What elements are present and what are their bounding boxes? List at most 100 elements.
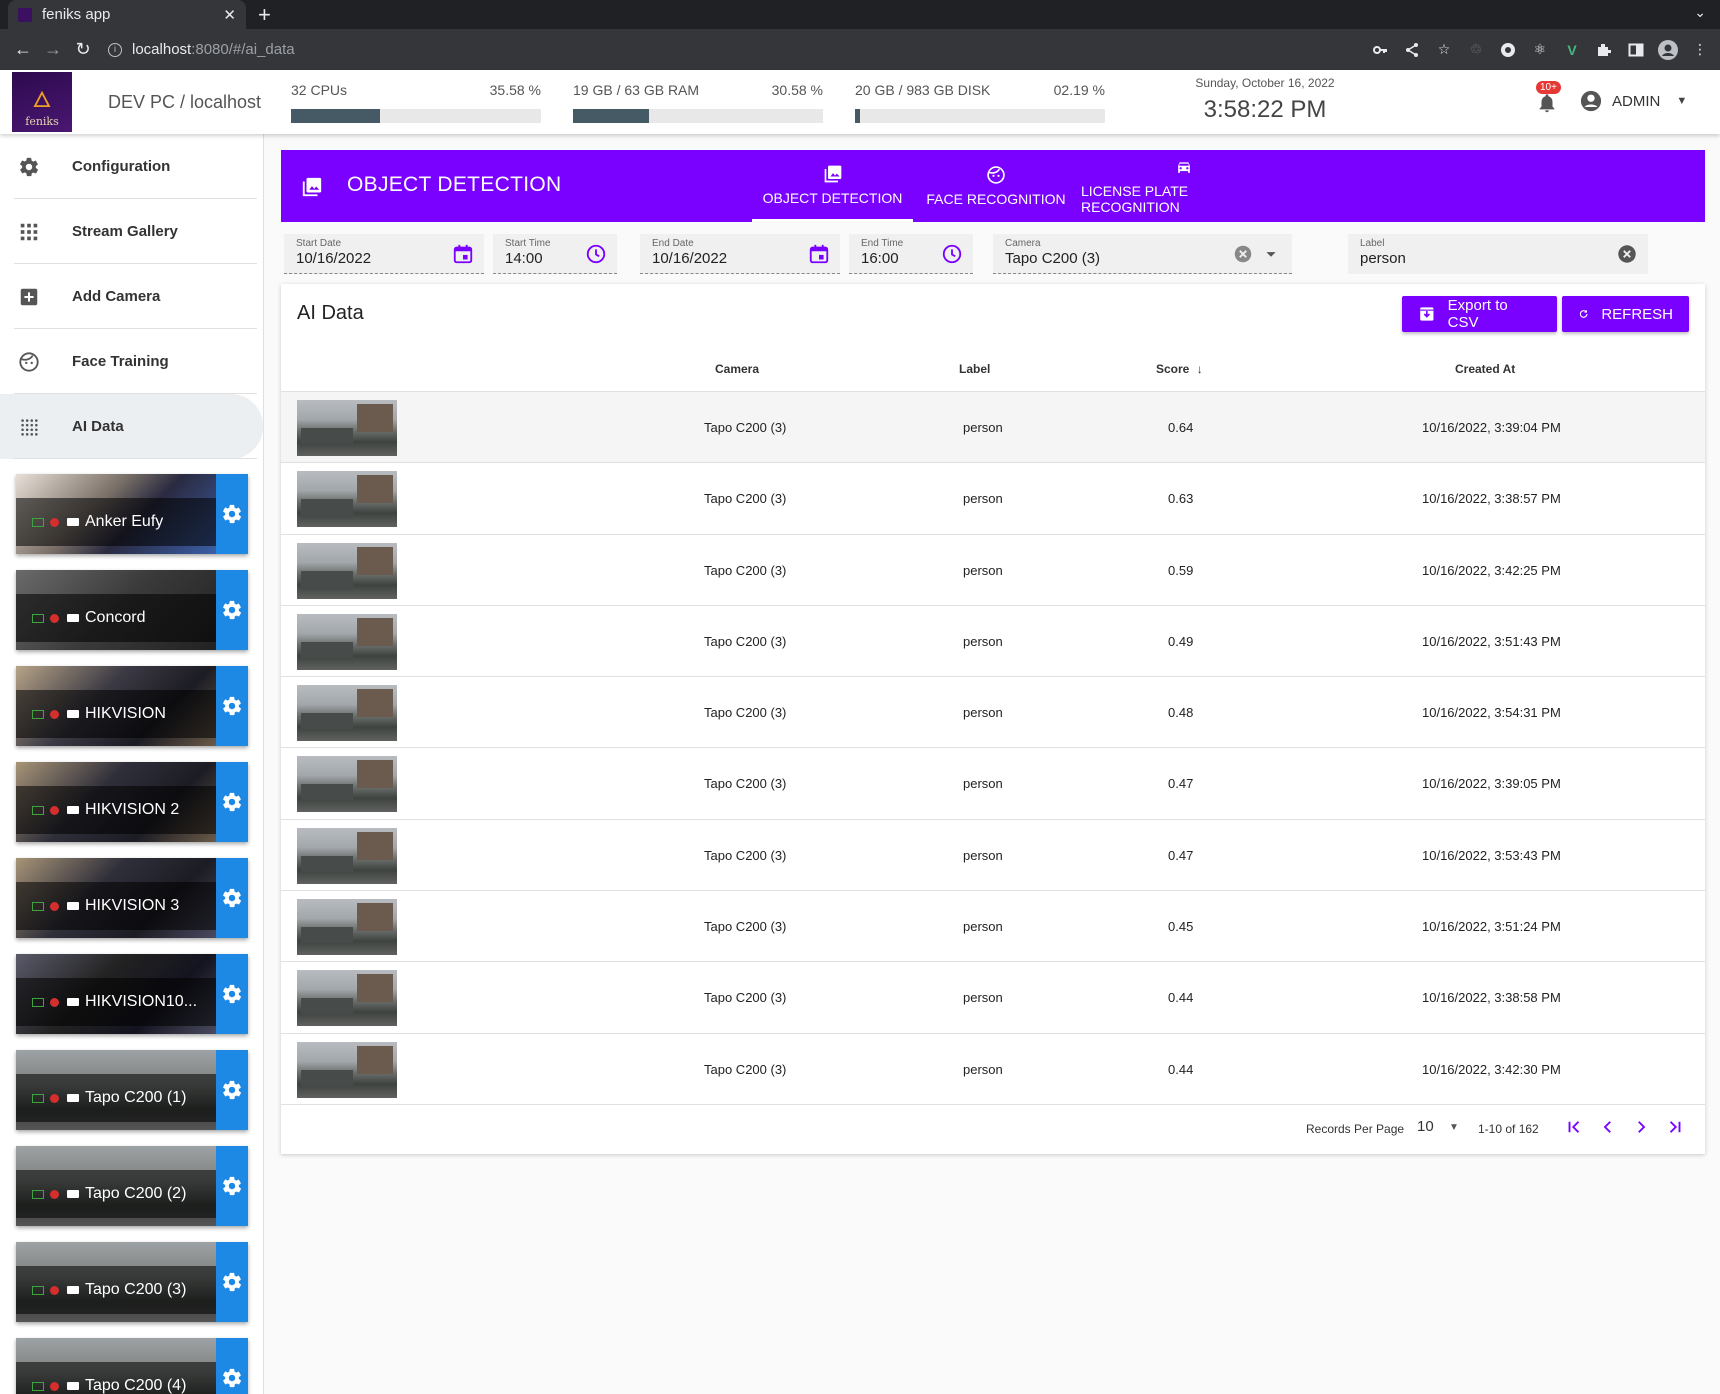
camera-card[interactable]: Tapo C200 (2) bbox=[16, 1146, 248, 1226]
recycle-extension-icon[interactable]: ♲ bbox=[1466, 40, 1486, 60]
clear-icon[interactable] bbox=[1232, 243, 1254, 265]
key-icon[interactable] bbox=[1370, 40, 1390, 60]
camera-settings-button[interactable] bbox=[216, 858, 248, 938]
camera-card[interactable]: Tapo C200 (4) bbox=[16, 1338, 248, 1394]
sidebar-item-stream-gallery[interactable]: Stream Gallery bbox=[0, 199, 263, 264]
detection-snapshot[interactable] bbox=[297, 827, 397, 884]
reload-icon[interactable]: ↻ bbox=[68, 39, 98, 60]
table-row[interactable]: Tapo C200 (3) person 0.44 10/16/2022, 3:42:… bbox=[281, 1034, 1705, 1105]
next-page-icon[interactable] bbox=[1632, 1118, 1650, 1136]
react-extension-icon[interactable]: ⚛ bbox=[1530, 40, 1550, 60]
camera-settings-button[interactable] bbox=[216, 666, 248, 746]
camera-card[interactable]: HIKVISION 2 bbox=[16, 762, 248, 842]
table-row[interactable]: Tapo C200 (3) person 0.49 10/16/2022, 3:51:… bbox=[281, 606, 1705, 678]
start-time-field[interactable]: Start Time 14:00 bbox=[493, 234, 617, 274]
camera-thumbnail[interactable]: Anker Eufy bbox=[16, 474, 216, 554]
chevron-down-icon[interactable]: ▼ bbox=[1449, 1122, 1459, 1133]
address-bar[interactable]: i localhost:8080/#/ai_data bbox=[108, 29, 295, 70]
table-row[interactable]: Tapo C200 (3) person 0.44 10/16/2022, 3:38:… bbox=[281, 962, 1705, 1034]
end-time-field[interactable]: End Time 16:00 bbox=[849, 234, 973, 274]
site-info-icon[interactable]: i bbox=[108, 42, 122, 57]
refresh-button[interactable]: REFRESH bbox=[1562, 296, 1689, 332]
sidebar-item-add-camera[interactable]: Add Camera bbox=[0, 264, 263, 329]
tab-search-icon[interactable]: ⌄ bbox=[1694, 4, 1706, 21]
sidebar-item-ai-data[interactable]: AI Data bbox=[0, 394, 263, 459]
column-header-camera[interactable]: Camera bbox=[715, 362, 759, 376]
tab-face-recognition[interactable]: FACE RECOGNITION bbox=[921, 150, 1071, 222]
camera-select[interactable]: Camera Tapo C200 (3) bbox=[993, 234, 1292, 274]
calendar-icon[interactable] bbox=[452, 243, 474, 265]
camera-settings-button[interactable] bbox=[216, 570, 248, 650]
new-tab-button[interactable]: + bbox=[258, 2, 271, 28]
camera-thumbnail[interactable]: Concord bbox=[16, 570, 216, 650]
clock-icon[interactable] bbox=[941, 243, 963, 265]
camera-thumbnail[interactable]: Tapo C200 (2) bbox=[16, 1146, 216, 1226]
camera-thumbnail[interactable]: Tapo C200 (3) bbox=[16, 1242, 216, 1322]
forward-icon[interactable]: → bbox=[38, 39, 68, 60]
sidebar-item-configuration[interactable]: Configuration bbox=[0, 134, 263, 199]
detection-snapshot[interactable] bbox=[297, 613, 397, 670]
detection-snapshot[interactable] bbox=[297, 1041, 397, 1098]
camera-card[interactable]: Tapo C200 (1) bbox=[16, 1050, 248, 1130]
feniks-logo[interactable]: 🜂 feniks bbox=[12, 72, 72, 132]
camera-card[interactable]: HIKVISION bbox=[16, 666, 248, 746]
column-header-created-at[interactable]: Created At bbox=[1455, 362, 1515, 376]
bookmark-star-icon[interactable]: ☆ bbox=[1434, 40, 1454, 60]
camera-settings-button[interactable] bbox=[216, 954, 248, 1034]
clear-icon[interactable] bbox=[1616, 243, 1638, 265]
camera-thumbnail[interactable]: HIKVISION 3 bbox=[16, 858, 216, 938]
camera-card[interactable]: HIKVISION 3 bbox=[16, 858, 248, 938]
extensions-puzzle-icon[interactable] bbox=[1594, 40, 1614, 60]
camera-card[interactable]: Anker Eufy bbox=[16, 474, 248, 554]
detection-snapshot[interactable] bbox=[297, 471, 397, 528]
column-header-label[interactable]: Label bbox=[959, 362, 990, 376]
back-icon[interactable]: ← bbox=[8, 39, 38, 60]
camera-settings-button[interactable] bbox=[216, 1146, 248, 1226]
camera-thumbnail[interactable]: Tapo C200 (4) bbox=[16, 1338, 216, 1394]
last-page-icon[interactable] bbox=[1666, 1118, 1684, 1136]
first-page-icon[interactable] bbox=[1565, 1118, 1583, 1136]
export-csv-button[interactable]: Export to CSV bbox=[1402, 296, 1557, 332]
camera-settings-button[interactable] bbox=[216, 1338, 248, 1394]
camera-thumbnail[interactable]: HIKVISION 2 bbox=[16, 762, 216, 842]
table-row[interactable]: Tapo C200 (3) person 0.64 10/16/2022, 3:39:… bbox=[281, 392, 1705, 464]
column-header-score[interactable]: Score ↓ bbox=[1156, 362, 1203, 376]
camera-card[interactable]: Tapo C200 (3) bbox=[16, 1242, 248, 1322]
table-row[interactable]: Tapo C200 (3) person 0.45 10/16/2022, 3:51:… bbox=[281, 891, 1705, 963]
camera-settings-button[interactable] bbox=[216, 474, 248, 554]
tab-object-detection[interactable]: OBJECT DETECTION bbox=[752, 150, 913, 222]
table-row[interactable]: Tapo C200 (3) person 0.63 10/16/2022, 3:38:… bbox=[281, 463, 1705, 535]
camera-card[interactable]: Concord bbox=[16, 570, 248, 650]
detection-snapshot[interactable] bbox=[297, 899, 397, 956]
notification-bell-icon[interactable] bbox=[1536, 92, 1558, 114]
camera-settings-button[interactable] bbox=[216, 1050, 248, 1130]
circle-extension-icon[interactable] bbox=[1498, 40, 1518, 60]
browser-menu-icon[interactable]: ⋮ bbox=[1690, 40, 1710, 60]
vue-extension-icon[interactable]: V bbox=[1562, 40, 1582, 60]
detection-snapshot[interactable] bbox=[297, 756, 397, 813]
camera-thumbnail[interactable]: HIKVISION bbox=[16, 666, 216, 746]
camera-settings-button[interactable] bbox=[216, 762, 248, 842]
table-row[interactable]: Tapo C200 (3) person 0.59 10/16/2022, 3:42:… bbox=[281, 535, 1705, 606]
detection-snapshot[interactable] bbox=[297, 970, 397, 1027]
records-per-page-select[interactable]: 10 bbox=[1417, 1118, 1434, 1135]
profile-icon[interactable] bbox=[1658, 39, 1678, 60]
close-tab-icon[interactable]: ✕ bbox=[223, 6, 236, 24]
browser-tab[interactable]: feniks app ✕ bbox=[8, 0, 246, 29]
share-icon[interactable] bbox=[1402, 40, 1422, 60]
chevron-down-icon[interactable] bbox=[1260, 243, 1282, 265]
camera-thumbnail[interactable]: HIKVISION10... bbox=[16, 954, 216, 1034]
table-row[interactable]: Tapo C200 (3) person 0.48 10/16/2022, 3:54:… bbox=[281, 677, 1705, 749]
tab-license-plate-recognition[interactable]: LICENSE PLATE RECOGNITION bbox=[1081, 150, 1287, 222]
detection-snapshot[interactable] bbox=[297, 400, 397, 456]
detection-snapshot[interactable] bbox=[297, 542, 397, 599]
table-row[interactable]: Tapo C200 (3) person 0.47 10/16/2022, 3:53:… bbox=[281, 820, 1705, 892]
start-date-field[interactable]: Start Date 10/16/2022 bbox=[284, 234, 484, 274]
sidebar-item-face-training[interactable]: Face Training bbox=[0, 329, 263, 394]
end-date-field[interactable]: End Date 10/16/2022 bbox=[640, 234, 840, 274]
label-filter-field[interactable]: Label person bbox=[1348, 234, 1648, 274]
table-row[interactable]: Tapo C200 (3) person 0.47 10/16/2022, 3:39:… bbox=[281, 748, 1705, 820]
detection-snapshot[interactable] bbox=[297, 685, 397, 742]
user-menu[interactable]: ADMIN ▼ bbox=[1580, 90, 1687, 112]
camera-card[interactable]: HIKVISION10... bbox=[16, 954, 248, 1034]
